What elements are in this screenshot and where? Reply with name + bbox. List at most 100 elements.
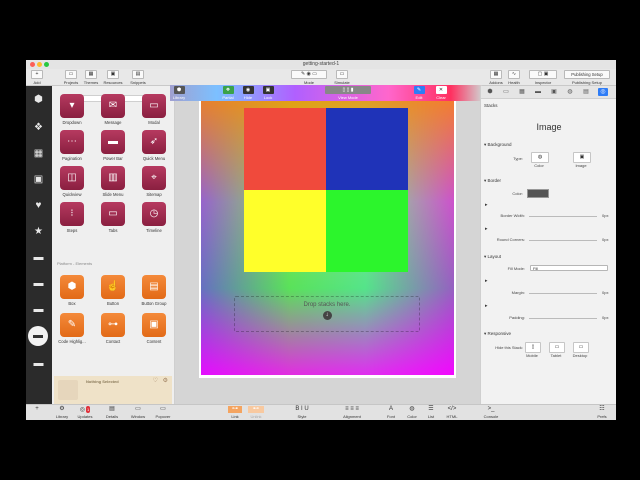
heart-icon[interactable]: ♥ xyxy=(32,200,45,212)
library-toggle[interactable]: ⬢ Library xyxy=(172,86,186,100)
expand-icon[interactable]: ▸ xyxy=(485,202,488,208)
library-item-contact[interactable]: ⊶ Contact xyxy=(98,313,128,344)
color-button[interactable]: ◍ Color xyxy=(404,406,420,419)
library-item-timeline[interactable]: ◷ Timeline xyxy=(139,202,169,233)
snippets-button[interactable]: ▤ Snippets xyxy=(128,70,148,85)
edit-toggle[interactable]: ✎ Edit xyxy=(412,86,426,100)
link-button[interactable]: ⊶ Link xyxy=(228,406,242,419)
cubes-icon[interactable]: ❖ xyxy=(32,122,45,134)
health-button[interactable]: ∿ Health xyxy=(506,70,522,85)
expand-icon[interactable]: ▸ xyxy=(485,226,488,232)
inspector-button[interactable]: ▢ ▣ Inspector xyxy=(526,70,560,85)
layout-icon[interactable]: ▦ xyxy=(517,88,527,96)
prefs-button[interactable]: ☷ Prefs xyxy=(594,406,610,419)
resources-button[interactable]: ▣ Resources xyxy=(102,70,124,85)
font-button[interactable]: A Font xyxy=(384,406,398,419)
cube-icon[interactable]: ⬢ xyxy=(32,94,45,106)
mode-control[interactable]: ✎ ◉ ▭ Mode xyxy=(289,70,329,85)
folder-icon[interactable]: ▬ xyxy=(32,278,45,290)
settings-icon[interactable]: ◎ xyxy=(598,88,608,96)
message-icon: ✉ xyxy=(101,94,125,118)
library-item-button[interactable]: ☝ Button xyxy=(98,275,128,306)
library-item-pagination[interactable]: ⋯ Pagination xyxy=(57,130,87,161)
tablet-toggle[interactable]: ▭ xyxy=(549,342,565,353)
library-item-slide-menu[interactable]: ▥ Slide Menu xyxy=(98,166,128,197)
library-button[interactable]: ⚙ Library xyxy=(52,406,72,419)
library-item-dropdown[interactable]: ▾ Dropdown xyxy=(57,94,87,125)
clear-label: Clear xyxy=(436,95,446,100)
lock-toggle[interactable]: ▣ Lock xyxy=(261,86,275,100)
page-icon[interactable]: ▭ xyxy=(501,88,511,96)
unlink-button[interactable]: ⊷ Unlink xyxy=(248,406,264,419)
library-item-code-highlight[interactable]: ✎ Code Highlig... xyxy=(57,313,87,344)
responsive-section[interactable]: ▾ Responsive xyxy=(484,331,511,337)
star-icon[interactable]: ★ xyxy=(32,226,45,238)
mobile-toggle[interactable]: ▯ xyxy=(525,342,541,353)
image-option-button[interactable]: ▣ xyxy=(573,152,591,163)
library-item-quickview[interactable]: ◫ Quickview xyxy=(57,166,87,197)
drop-zone[interactable]: Drop stacks here. ↓ xyxy=(234,296,420,332)
folder-icon[interactable]: ▬ xyxy=(32,304,45,316)
html-button[interactable]: </> HTML xyxy=(442,406,462,419)
library-item-button-group[interactable]: ▤ Button Group xyxy=(139,275,169,306)
background-section[interactable]: ▾ Background xyxy=(484,142,512,148)
library-item-power-bar[interactable]: ▬ Power Bar xyxy=(98,130,128,161)
folder-icon[interactable]: ▬ xyxy=(32,252,45,264)
gear-icon[interactable]: ⚙ xyxy=(163,377,168,384)
clear-button[interactable]: ✕ Clear xyxy=(434,86,448,100)
list-button[interactable]: ☰ List xyxy=(424,406,438,419)
color-option-button[interactable]: ◍ xyxy=(531,152,549,163)
library-item-quick-menu[interactable]: ➶ Quick Menu xyxy=(139,130,169,161)
library-item-content[interactable]: ▣ Content xyxy=(139,313,169,344)
add-bottom-button[interactable]: + xyxy=(32,406,42,414)
padding-slider[interactable] xyxy=(529,318,597,319)
view-mode-control[interactable]: ▯ ▯ ▮ View Mode xyxy=(322,86,374,100)
grid-icon[interactable]: ▦ xyxy=(32,148,45,160)
style-control[interactable]: B I U Style xyxy=(282,406,322,419)
library-item-box[interactable]: ⬢ Box xyxy=(57,275,87,306)
folder-icon-active[interactable]: ▬ xyxy=(28,326,48,346)
folder-icon[interactable]: ▬ xyxy=(32,358,45,370)
desktop-toggle[interactable]: ▭ xyxy=(573,342,589,353)
partial-toggle[interactable]: ❖ Partial xyxy=(220,86,236,100)
border-section-label: Border xyxy=(487,178,502,183)
library-item-tabs[interactable]: ▭ Tabs xyxy=(98,202,128,233)
image-icon[interactable]: ▣ xyxy=(549,88,559,96)
details-button[interactable]: ▤ Details xyxy=(102,406,122,419)
popover-button[interactable]: ▭ Popover xyxy=(152,406,174,419)
folder-icon[interactable]: ▬ xyxy=(533,88,543,96)
library-item-modal[interactable]: ▭ Modal xyxy=(139,94,169,125)
library-panel: ⌕ Search ▾Dropdown ✉Message ▭Modal ⋯Pagi… xyxy=(52,86,175,404)
simulate-button[interactable]: ▭ Simulate xyxy=(332,70,352,85)
expand-icon[interactable]: ▸ xyxy=(485,303,488,309)
window-button[interactable]: ▭ Window xyxy=(128,406,148,419)
color-grid-image[interactable] xyxy=(244,108,408,273)
addons-button[interactable]: ▦ Addons xyxy=(488,70,504,85)
updates-button[interactable]: ◎ 1 Updates xyxy=(74,406,96,419)
fill-mode-select[interactable]: Fill xyxy=(530,265,608,271)
library-item-message[interactable]: ✉ Message xyxy=(98,94,128,125)
heart-icon[interactable]: ♡ xyxy=(153,377,158,384)
console-button[interactable]: >_ Console xyxy=(480,406,502,419)
library-item-steps[interactable]: ⁝ Steps xyxy=(57,202,87,233)
left-sidebar: ⬢ ❖ ▦ ▣ ♥ ★ ▬ ▬ ▬ ▬ ▬ xyxy=(26,86,52,404)
alignment-control[interactable]: ≡ ≡ ≡ Alignment xyxy=(330,406,374,419)
border-section[interactable]: ▾ Border xyxy=(484,178,501,184)
border-color-swatch[interactable] xyxy=(527,189,549,198)
add-button[interactable]: + Add xyxy=(30,70,44,85)
color-icon[interactable]: ◍ xyxy=(565,88,575,96)
publishing-setup-button[interactable]: Publishing Setup Publishing Setup xyxy=(564,70,610,85)
layout-section[interactable]: ▾ Layout xyxy=(484,254,501,260)
library-item-sitemap[interactable]: ⌖ Sitemap xyxy=(139,166,169,197)
margin-slider[interactable] xyxy=(529,293,597,294)
border-width-slider[interactable] xyxy=(529,216,597,217)
image-icon[interactable]: ▣ xyxy=(32,174,45,186)
themes-button[interactable]: ▦ Themes xyxy=(82,70,100,85)
palette-icon[interactable]: ▤ xyxy=(581,88,591,96)
projects-button[interactable]: ▭ Projects xyxy=(62,70,80,85)
expand-icon[interactable]: ▸ xyxy=(485,278,488,284)
hide-toggle[interactable]: ◉ Hide xyxy=(241,86,255,100)
cube-icon[interactable]: ⬢ xyxy=(485,88,495,96)
round-corners-slider[interactable] xyxy=(529,240,597,241)
hide-stack-label: Hide this Stack: xyxy=(495,345,523,350)
